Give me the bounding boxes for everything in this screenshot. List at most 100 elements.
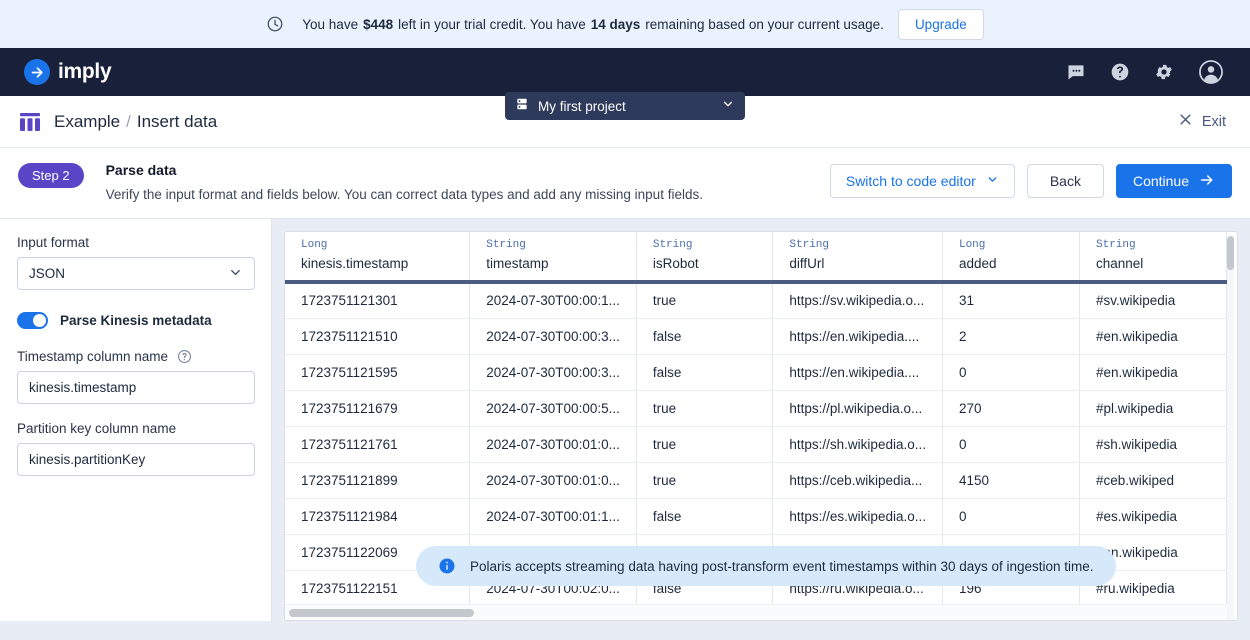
table-header-row: Long kinesis.timestamp String timestamp Stri…	[285, 232, 1227, 284]
table-cell: 2024-07-30T00:01:0...	[469, 426, 637, 463]
server-icon	[515, 97, 529, 116]
table-row: 1723751121899 2024-07-30T00:01:0... true ht…	[285, 462, 1227, 499]
table-cell: https://es.wikipedia.o...	[772, 498, 943, 535]
table-cell: 2	[942, 318, 1081, 355]
horizontal-scrollbar-thumb[interactable]	[289, 608, 474, 617]
table-cell: #sh.wikipedia	[1079, 426, 1227, 463]
timestamp-column-input[interactable]	[17, 371, 255, 404]
chevron-down-icon	[721, 97, 735, 116]
parse-kinesis-metadata-toggle[interactable]	[17, 312, 48, 329]
table-cell: 1723751121761	[285, 426, 471, 463]
table-cell: 2024-07-30T00:00:3...	[469, 354, 637, 391]
table-column-header-added[interactable]: Long added	[942, 232, 1081, 284]
exit-button[interactable]: Exit	[1178, 112, 1232, 131]
table-cell: false	[636, 318, 774, 355]
continue-label: Continue	[1132, 173, 1189, 189]
step-badge: Step 2	[18, 163, 84, 188]
table-column-header-diffUrl[interactable]: String diffUrl	[772, 232, 943, 284]
table-cell: true	[636, 462, 774, 499]
table-cell: https://en.wikipedia....	[772, 318, 943, 355]
exit-label: Exit	[1201, 113, 1226, 130]
step-description: Verify the input format and fields below…	[105, 187, 703, 202]
table-cell: https://ceb.wikipedia...	[772, 462, 943, 499]
gear-icon[interactable]	[1154, 62, 1174, 82]
table-cell: 1723751121899	[285, 462, 471, 499]
table-row: 1723751121301 2024-07-30T00:00:1... true ht…	[285, 282, 1227, 319]
trial-banner-text: You have $448 left in your trial credit.…	[302, 17, 884, 32]
table-cell: https://sv.wikipedia.o...	[772, 282, 943, 319]
timestamp-column-label-row: Timestamp column name	[17, 349, 254, 364]
table-cell: 31	[942, 282, 1081, 319]
partition-key-label: Partition key column name	[17, 421, 177, 436]
continue-button[interactable]: Continue	[1115, 164, 1232, 198]
table-cell: true	[636, 426, 774, 463]
back-button[interactable]: Back	[1026, 164, 1104, 198]
timestamp-column-label: Timestamp column name	[17, 349, 169, 364]
table-cell: #sv.wikipedia	[1079, 282, 1227, 319]
column-name: added	[958, 256, 997, 271]
table-row: 1723751121679 2024-07-30T00:00:5... true ht…	[285, 390, 1227, 427]
table-cell: true	[636, 282, 774, 319]
upgrade-button[interactable]: Upgrade	[897, 8, 984, 40]
horizontal-scrollbar[interactable]	[285, 604, 1227, 620]
help-circle-icon[interactable]	[177, 349, 192, 364]
column-type: Long	[958, 239, 986, 251]
table-cell: #es.wikipedia	[1079, 498, 1227, 535]
partition-key-input[interactable]	[17, 443, 255, 476]
input-format-sidebar: Input format JSON Parse Kinesis metadata…	[0, 219, 272, 621]
trial-days: 14 days	[590, 16, 641, 32]
vertical-scrollbar[interactable]	[1227, 236, 1234, 620]
step-header: Step 2 Parse data Verify the input forma…	[0, 148, 1250, 219]
arrow-right-icon	[1199, 172, 1215, 191]
project-selector[interactable]: My first project	[505, 92, 745, 120]
trial-amount: $448	[363, 16, 394, 32]
table-cell: #en.wikipedia	[1079, 318, 1227, 355]
help-circle-icon[interactable]	[1110, 62, 1130, 82]
chevron-down-icon	[986, 173, 999, 189]
column-type: String	[652, 239, 693, 251]
table-cell: 0	[942, 354, 1081, 391]
table-cell: #en.wikipedia	[1079, 354, 1227, 391]
table-cell: 2024-07-30T00:01:0...	[469, 462, 637, 499]
table-columns-icon	[18, 110, 42, 134]
imply-logo[interactable]: imply	[24, 59, 112, 85]
breadcrumb-separator: /	[126, 111, 131, 131]
input-format-label: Input format	[17, 235, 90, 250]
table-cell: https://en.wikipedia....	[772, 354, 943, 391]
switch-to-code-editor-button[interactable]: Switch to code editor	[829, 164, 1015, 198]
breadcrumb-parent[interactable]: Example	[54, 112, 120, 132]
table-row: 1723751121984 2024-07-30T00:01:1... false h…	[285, 498, 1227, 535]
chat-bubble-icon[interactable]	[1066, 62, 1086, 82]
input-format-select[interactable]: JSON	[17, 257, 255, 290]
input-format-value: JSON	[29, 266, 66, 281]
project-name: My first project	[538, 98, 626, 114]
table-column-header-timestamp[interactable]: String timestamp	[469, 232, 637, 284]
table-column-header-channel[interactable]: String channel	[1079, 232, 1227, 284]
nav-icon-group	[1066, 59, 1232, 85]
table-column-header-kinesis.timestamp[interactable]: Long kinesis.timestamp	[285, 232, 471, 284]
table-cell: #ceb.wikiped	[1079, 462, 1227, 499]
user-avatar-icon[interactable]	[1198, 59, 1224, 85]
column-type: String	[486, 239, 526, 251]
info-toast-message: Polaris accepts streaming data having po…	[470, 558, 1094, 574]
column-name: isRobot	[652, 256, 699, 271]
trial-text-after: remaining based on your current usage.	[645, 16, 884, 32]
step-title: Parse data	[105, 162, 177, 178]
table-cell: 4150	[942, 462, 1081, 499]
vertical-scrollbar-thumb[interactable]	[1227, 236, 1234, 270]
table-cell: 2024-07-30T00:00:1...	[469, 282, 637, 319]
table-cell: 1723751121679	[285, 390, 471, 427]
table-cell: 270	[942, 390, 1081, 427]
table-cell: 1723751121984	[285, 498, 471, 535]
info-toast: Polaris accepts streaming data having po…	[416, 546, 1116, 586]
column-type: String	[1096, 239, 1136, 251]
table-cell: true	[636, 390, 774, 427]
table-column-header-isRobot[interactable]: String isRobot	[636, 232, 774, 284]
step-action-buttons: Switch to code editor Back Continue	[829, 164, 1232, 198]
parse-kinesis-metadata-toggle-row: Parse Kinesis metadata	[17, 312, 254, 329]
table-cell: false	[636, 354, 774, 391]
table-cell: 2024-07-30T00:00:5...	[469, 390, 637, 427]
table-cell: 2024-07-30T00:00:3...	[469, 318, 637, 355]
parse-kinesis-metadata-label: Parse Kinesis metadata	[60, 313, 212, 328]
column-name: kinesis.timestamp	[301, 256, 409, 271]
